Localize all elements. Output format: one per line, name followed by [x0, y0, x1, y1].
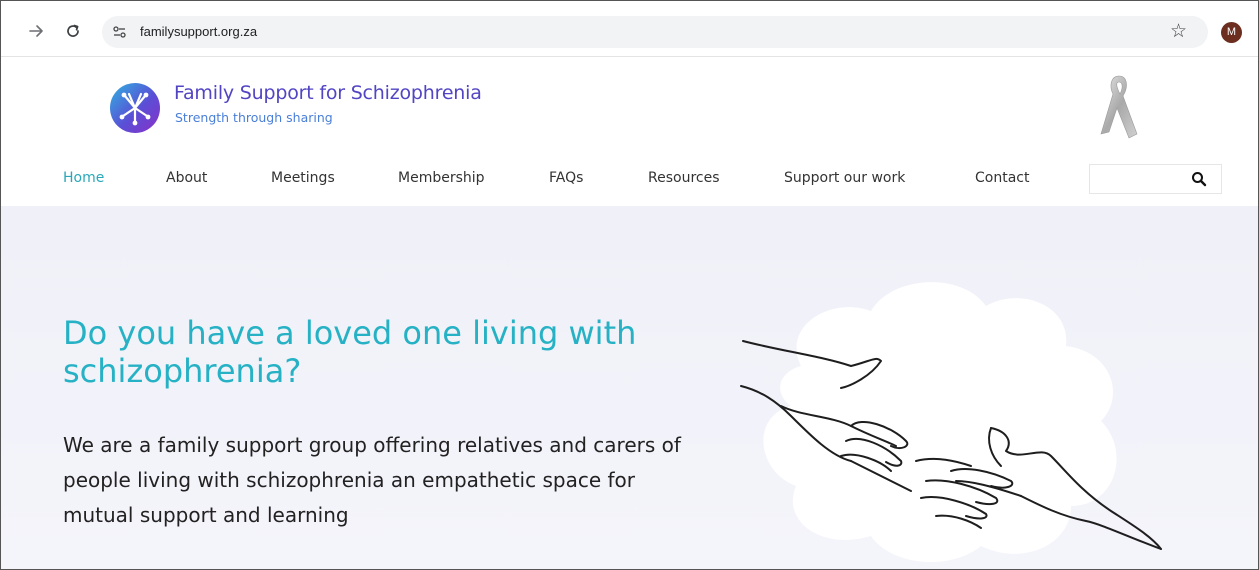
site-info-icon[interactable] [110, 22, 130, 42]
nav-contact[interactable]: Contact [975, 170, 1029, 186]
awareness-ribbon-icon [1091, 72, 1147, 142]
site-title[interactable]: Family Support for Schizophrenia [174, 82, 482, 104]
hero-heading: Do you have a loved one living with schi… [63, 314, 637, 390]
address-bar[interactable]: familysupport.org.za [102, 16, 1208, 48]
main-navigation: Home About Meetings Membership FAQs Reso… [1, 170, 1258, 192]
reload-icon[interactable] [64, 22, 82, 40]
nav-faqs[interactable]: FAQs [549, 170, 583, 186]
nav-meetings[interactable]: Meetings [271, 170, 335, 186]
search-icon[interactable] [1191, 171, 1207, 187]
site-header: Family Support for Schizophrenia Strengt… [1, 58, 1258, 206]
nav-membership[interactable]: Membership [398, 170, 485, 186]
back-arrow-icon[interactable] [27, 22, 45, 40]
nav-support-our-work[interactable]: Support our work [784, 170, 905, 186]
search-input[interactable] [1089, 164, 1222, 194]
hero-section: Do you have a loved one living with schi… [1, 206, 1258, 569]
browser-toolbar: familysupport.org.za ☆ M [1, 1, 1258, 57]
star-icon[interactable]: ☆ [1170, 21, 1187, 41]
site-logo[interactable] [109, 82, 161, 134]
hands-illustration [721, 266, 1191, 569]
browser-window: familysupport.org.za ☆ M Family Support … [0, 0, 1259, 570]
nav-about[interactable]: About [166, 170, 207, 186]
url-text[interactable]: familysupport.org.za [140, 24, 257, 39]
site-tagline: Strength through sharing [175, 110, 333, 125]
profile-avatar[interactable]: M [1221, 22, 1242, 43]
nav-resources[interactable]: Resources [648, 170, 720, 186]
nav-home[interactable]: Home [63, 170, 104, 186]
hero-description: We are a family support group offering r… [63, 433, 681, 527]
